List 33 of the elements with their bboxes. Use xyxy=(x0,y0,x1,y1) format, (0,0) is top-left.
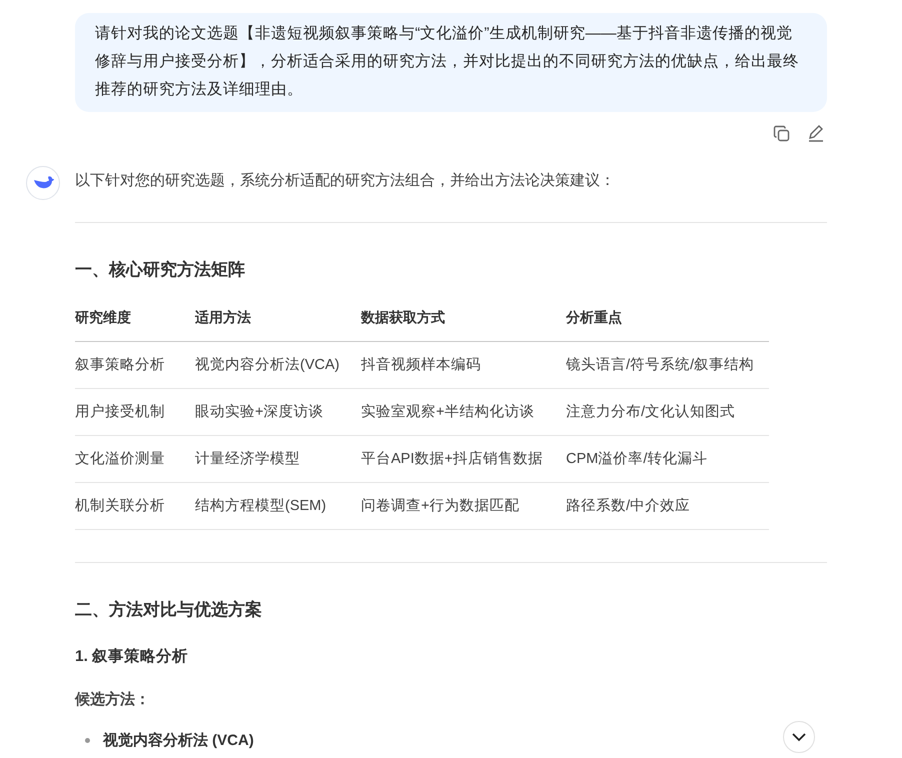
subsection-heading: 1. 叙事策略分析 xyxy=(75,647,190,667)
table-cell: 问卷调查+行为数据匹配 xyxy=(361,482,566,530)
column-header: 分析重点 xyxy=(566,299,769,342)
table-cell: 文化溢价测量 xyxy=(75,436,195,482)
table-cell: 用户接受机制 xyxy=(75,388,195,436)
table-cell: 平台API数据+抖店销售数据 xyxy=(361,436,566,482)
copy-icon[interactable] xyxy=(773,125,791,143)
scroll-down-button[interactable] xyxy=(783,721,815,753)
intro-paragraph: 以下针对您的研究选题，系统分析适配的研究方法组合，并给出方法论决策建议： xyxy=(75,171,616,191)
table-cell: 机制关联分析 xyxy=(75,482,195,530)
list-item: 视觉内容分析法 (VCA) xyxy=(103,731,254,750)
table-cell: 计量经济学模型 xyxy=(195,436,361,482)
table-cell: 路径系数/中介效应 xyxy=(566,482,769,530)
whale-avatar-icon xyxy=(26,166,60,200)
table-cell: 实验室观察+半结构化访谈 xyxy=(361,388,566,436)
section-heading: 二、方法对比与优选方案 xyxy=(75,599,263,621)
section-heading: 一、核心研究方法矩阵 xyxy=(75,259,246,281)
bullet-icon xyxy=(85,738,90,743)
chevron-down-icon xyxy=(792,732,806,742)
table-cell: CPM溢价率/转化漏斗 xyxy=(566,436,769,482)
table-cell: 镜头语言/符号系统/叙事结构 xyxy=(566,342,769,388)
column-header: 适用方法 xyxy=(195,299,361,342)
table-cell: 注意力分布/文化认知图式 xyxy=(566,388,769,436)
column-header: 研究维度 xyxy=(75,299,195,342)
table-cell: 结构方程模型(SEM) xyxy=(195,482,361,530)
table-cell: 视觉内容分析法(VCA) xyxy=(195,342,361,388)
column-header: 数据获取方式 xyxy=(361,299,566,342)
table-cell: 眼动实验+深度访谈 xyxy=(195,388,361,436)
user-message: 请针对我的论文选题【非遗短视频叙事策略与“文化溢价”生成机制研究——基于抖音非遗传播的视觉修辞与用户接受分析】，分析适合采用的研究方法，并对比提出的不同研究方法的优缺点，给出最终推荐的研究方法及详细理由。 xyxy=(75,13,827,112)
edit-icon[interactable] xyxy=(807,125,825,143)
table-cell: 抖音视频样本编码 xyxy=(361,342,566,388)
table-cell: 叙事策略分析 xyxy=(75,342,195,388)
paragraph-label: 候选方法： xyxy=(75,690,151,709)
